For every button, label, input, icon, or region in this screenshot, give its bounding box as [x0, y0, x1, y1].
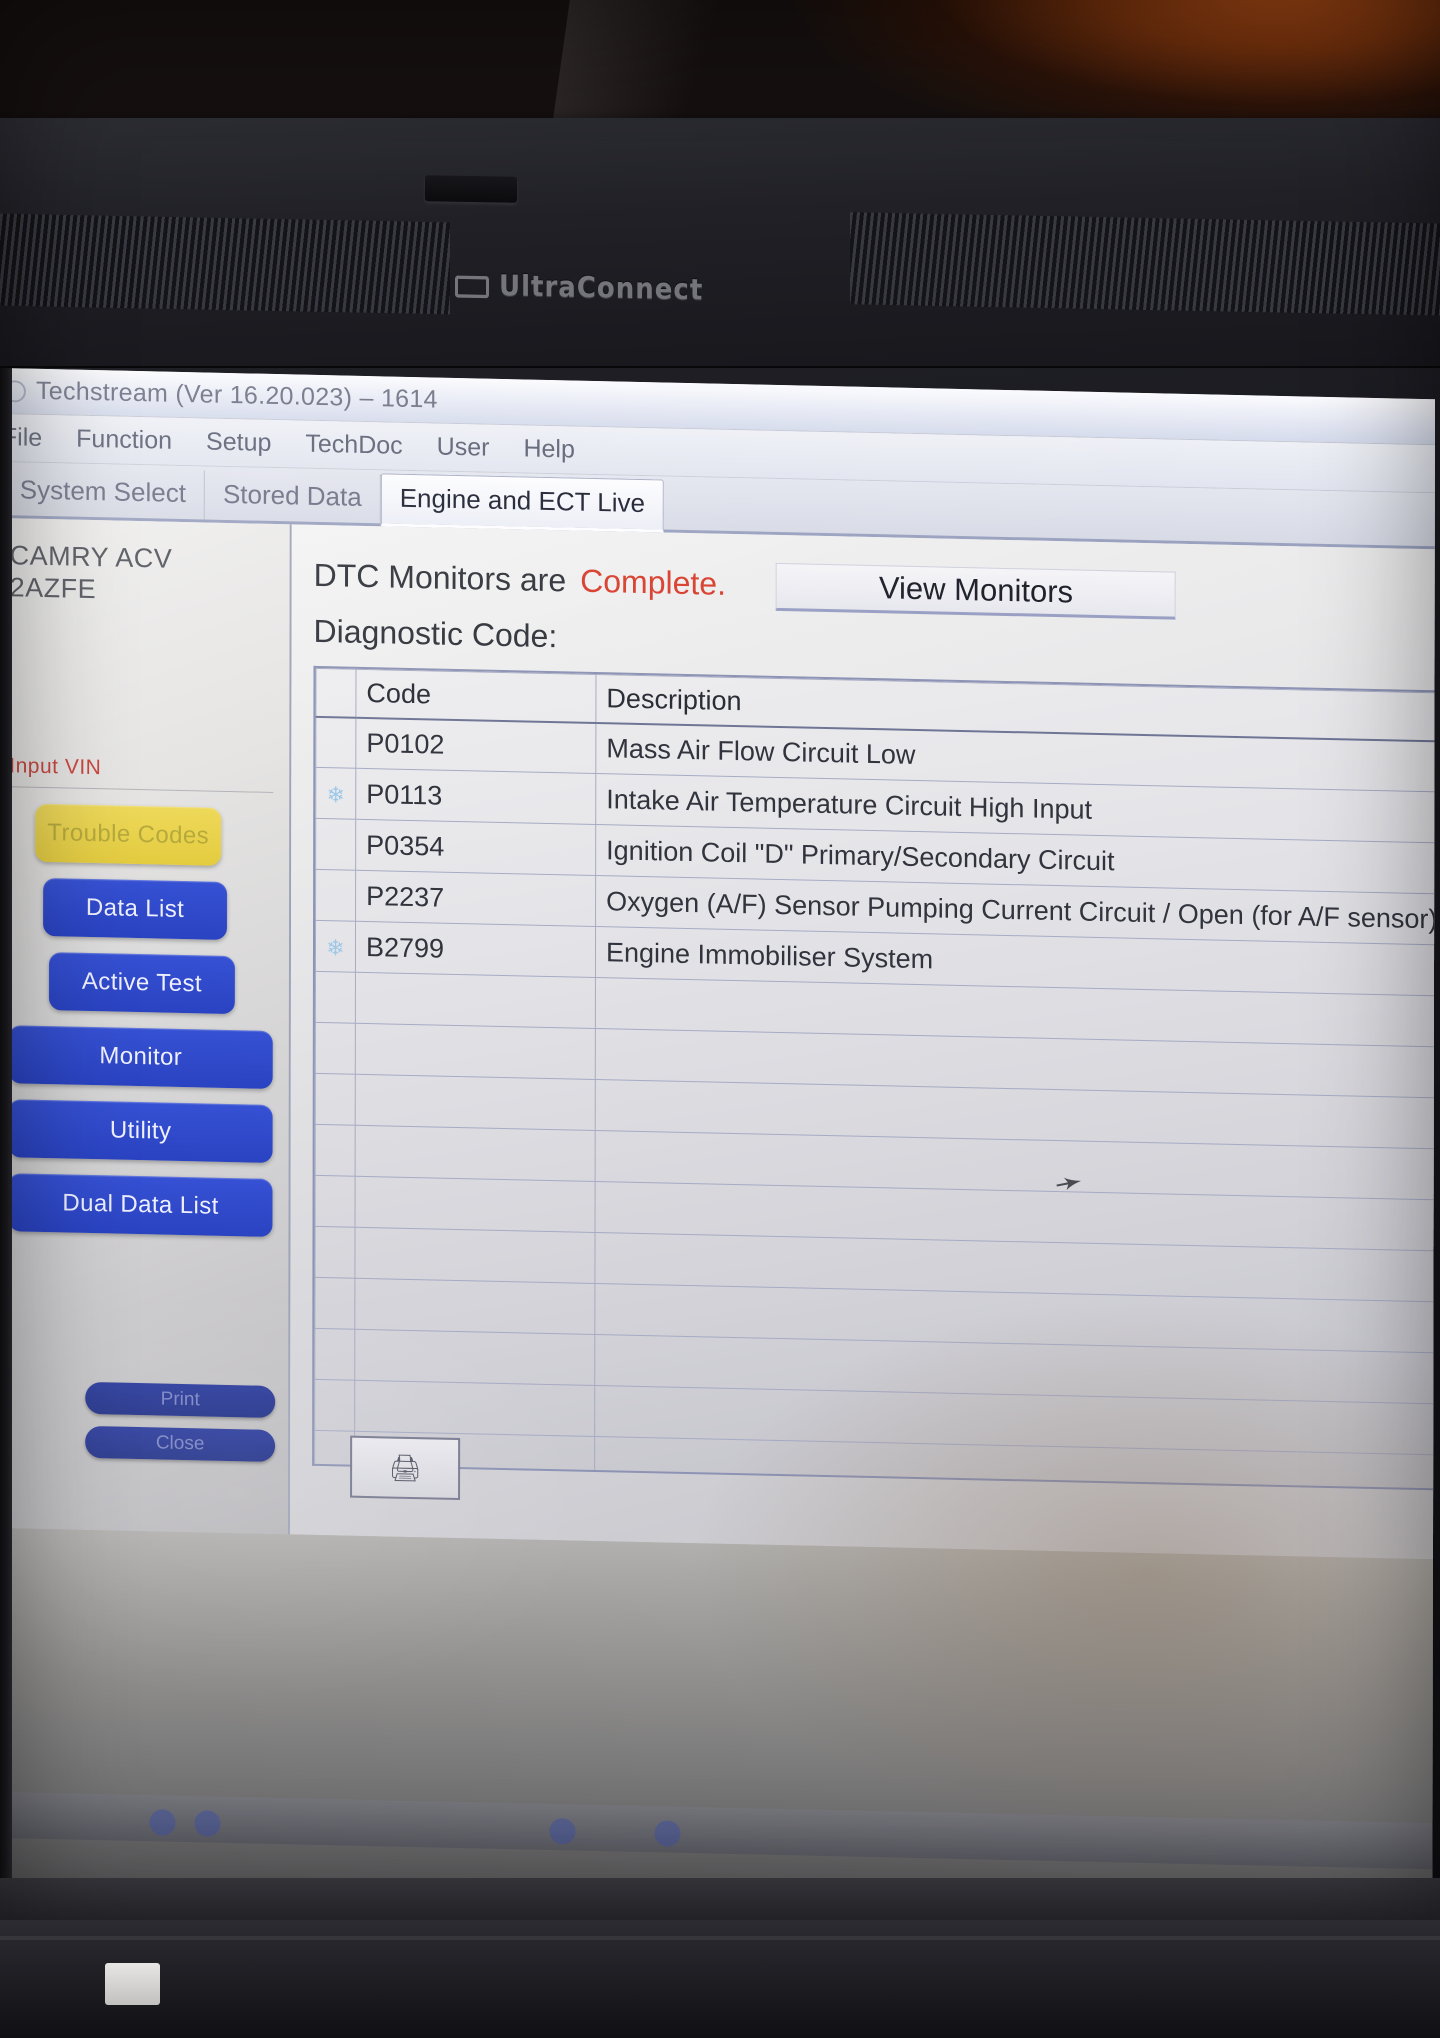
cell-empty — [314, 1226, 356, 1279]
taskbar-icon-4[interactable] — [654, 1820, 681, 1847]
monitor-icon — [455, 275, 489, 299]
photo-scene: UltraConnect Techstream (Ver 16.20.023) … — [0, 0, 1440, 2038]
taskbar-icon-1[interactable] — [149, 1809, 176, 1836]
cell-empty — [355, 1125, 596, 1182]
device-brand: UltraConnect — [455, 269, 703, 307]
tab-stored-data[interactable]: Stored Data — [204, 470, 381, 524]
screen-lower-area — [0, 1527, 1435, 1910]
cell-empty — [355, 972, 596, 1029]
laptop-screen: Techstream (Ver 16.20.023) – 1614 File F… — [0, 368, 1435, 1910]
device-brand-label: UltraConnect — [499, 269, 704, 308]
row-icon-empty — [315, 869, 356, 922]
vehicle-info: CAMRY ACV 2AZFE — [10, 540, 274, 609]
cell-empty — [315, 1175, 356, 1228]
techstream-window: Techstream (Ver 16.20.023) – 1614 File F… — [0, 368, 1435, 1560]
menu-item-function[interactable]: Function — [76, 425, 172, 456]
cell-empty — [315, 971, 356, 1024]
diagnostic-code-label: Diagnostic Code: — [313, 612, 558, 655]
sidebar-button-utility[interactable]: Utility — [8, 1098, 273, 1163]
row-icon-empty — [315, 716, 356, 769]
cell-empty — [355, 1176, 596, 1233]
cell-empty — [314, 1379, 355, 1432]
menu-item-techdoc[interactable]: TechDoc — [305, 430, 402, 461]
base-tab — [105, 1963, 160, 2005]
tab-system-select[interactable]: System Select — [1, 466, 206, 520]
print-button[interactable]: Print — [85, 1381, 276, 1419]
dtc-table: Code Description P0102 Mass Air Flow Circ… — [314, 668, 1435, 1491]
cell-empty — [354, 1278, 595, 1335]
tab-engine-and-ect-live[interactable]: Engine and ECT Live — [380, 473, 665, 533]
cell-empty — [315, 1022, 356, 1075]
cell-empty — [314, 1430, 355, 1483]
dtc-monitors-status: Complete. — [580, 562, 727, 602]
cell-empty — [355, 1074, 596, 1131]
speaker-grille-left — [0, 213, 450, 315]
taskbar-icon-2[interactable] — [194, 1810, 221, 1837]
cell-code: B2799 — [355, 921, 596, 978]
view-monitors-button[interactable]: View Monitors — [775, 562, 1177, 620]
cell-empty — [314, 1481, 355, 1491]
sidebar: CAMRY ACV 2AZFE Input VIN Trouble Codes … — [0, 517, 292, 1535]
sidebar-button-monitor[interactable]: Monitor — [8, 1024, 273, 1089]
menu-item-help[interactable]: Help — [523, 434, 574, 464]
laptop-base — [0, 1878, 1440, 2038]
flower-icon: ❄ — [315, 920, 356, 973]
screen-left-bezel — [0, 368, 12, 1888]
laptop-body: UltraConnect Techstream (Ver 16.20.023) … — [0, 118, 1440, 2038]
cell-empty — [314, 1277, 355, 1330]
cell-empty — [354, 1380, 595, 1437]
sidebar-bottom-actions: Print Close — [85, 1370, 276, 1463]
speaker-grille-right — [850, 212, 1440, 316]
cell-empty — [594, 1487, 1435, 1491]
cell-code: P0354 — [355, 819, 596, 876]
lid-latch — [425, 175, 517, 203]
cell-empty — [355, 1023, 596, 1080]
cell-empty — [314, 1328, 355, 1381]
row-icon-empty — [315, 818, 356, 871]
menu-item-user[interactable]: User — [437, 433, 490, 463]
sidebar-button-dual-data-list[interactable]: Dual Data List — [8, 1172, 273, 1237]
dtc-monitors-label: DTC Monitors are — [313, 556, 567, 599]
vehicle-engine: 2AZFE — [9, 572, 97, 604]
window-body: CAMRY ACV 2AZFE Input VIN Trouble Codes … — [0, 517, 1435, 1560]
print-icon[interactable]: 🖨 — [350, 1435, 461, 1501]
window-title: Techstream (Ver 16.20.023) – 1614 — [35, 376, 438, 414]
main-panel: DTC Monitors are Complete. View Monitors… — [289, 524, 1435, 1560]
column-header-code[interactable]: Code — [355, 669, 596, 723]
cell-empty — [315, 1124, 356, 1177]
flower-icon: ❄ — [315, 767, 356, 820]
laptop-lid-bezel: UltraConnect — [0, 118, 1440, 368]
sidebar-button-data-list[interactable]: Data List — [43, 877, 228, 940]
cell-empty — [354, 1329, 595, 1386]
cell-code: P2237 — [355, 870, 596, 927]
base-seam — [0, 1936, 1440, 1940]
dtc-table-body: P0102 Mass Air Flow Circuit Low ❄ P0113 Inta… — [314, 716, 1435, 1491]
cell-empty — [315, 1073, 356, 1126]
vin-divider — [9, 785, 274, 793]
cell-empty — [354, 1227, 596, 1284]
taskbar-icon-3[interactable] — [549, 1817, 576, 1845]
cell-code: P0102 — [355, 717, 596, 774]
dtc-monitors-row: DTC Monitors are Complete. View Monitors — [314, 553, 1435, 626]
input-vin-label[interactable]: Input VIN — [9, 754, 273, 784]
column-header-icon — [315, 668, 356, 718]
sidebar-button-trouble-codes[interactable]: Trouble Codes — [35, 803, 222, 866]
dtc-table-container[interactable]: Code Description P0102 Mass Air Flow Circ… — [312, 665, 1435, 1491]
sidebar-button-active-test[interactable]: Active Test — [48, 951, 235, 1014]
close-button[interactable]: Close — [85, 1425, 276, 1463]
menu-item-setup[interactable]: Setup — [206, 427, 271, 457]
cell-code: P0113 — [355, 768, 596, 825]
